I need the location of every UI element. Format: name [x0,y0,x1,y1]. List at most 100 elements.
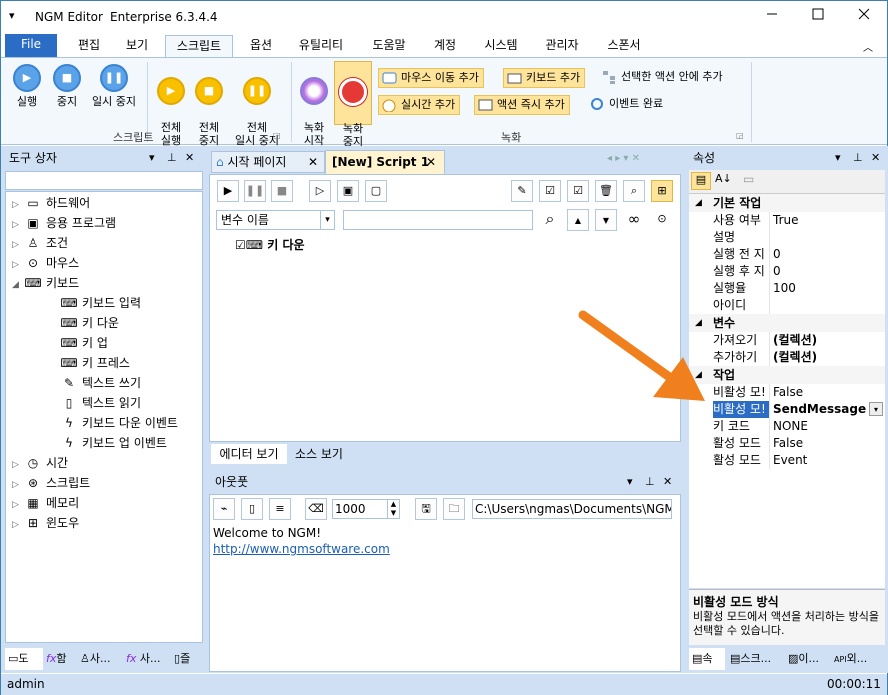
property-value[interactable]: 100 [773,280,796,297]
property-value[interactable]: True [773,212,799,229]
expand-arrow-icon[interactable]: ▷ [12,255,24,275]
expand-arrow-icon[interactable]: ◢ [12,275,24,295]
property-row[interactable]: 설명 [689,229,885,246]
toolbox-item[interactable]: ϟ 키보드 업 이벤트 [48,433,167,453]
add-action-now-button[interactable]: 액션 즉시 추가 [474,95,570,115]
toolbox-item[interactable]: ▯ 텍스트 읽기 [48,393,141,413]
dropdown-icon[interactable]: ▾ [627,471,633,493]
tab-source-view[interactable]: 소스 보기 [289,444,349,464]
property-category[interactable]: ◢ 작업 [689,366,885,384]
sort-alpha-icon[interactable]: A↓ [715,172,732,185]
open-folder-button[interactable]: 🗀 [443,498,465,520]
pin-icon[interactable]: ⊥ [167,147,177,169]
variable-search-input[interactable] [343,210,533,230]
move-down-button[interactable]: ▼ [595,209,617,231]
property-category[interactable]: ◢ 변수 [689,314,885,332]
close-icon[interactable]: ✕ [871,147,880,169]
script-tree-item[interactable]: ☑⌨ 키 다운 [235,237,305,253]
expand-arrow-icon[interactable]: ▷ [12,195,24,215]
tab-toolbox[interactable]: ▭도 [5,648,43,670]
property-value[interactable]: NONE [773,418,808,435]
toolbox-item[interactable]: ▷ ▣ 응용 프로그램 [12,213,116,233]
toolbox-item[interactable]: ▷ ◷ 시간 [12,453,68,473]
check-all-button[interactable]: ☑ [539,180,561,202]
property-row[interactable]: 비활성 모! SendMessage ▾ [689,401,885,418]
property-pages-icon[interactable]: ▭ [743,172,754,186]
toolbox-item[interactable]: ϟ 키보드 다운 이벤트 [48,413,178,433]
pin-icon[interactable]: ⊥ [645,471,655,493]
property-row[interactable]: 활성 모드 Event [689,452,885,469]
property-value[interactable]: 0 [773,246,781,263]
tab-options[interactable]: 옵션 [239,35,283,57]
toolbox-item[interactable]: ✎ 텍스트 쓰기 [48,373,141,393]
tab-admin[interactable]: 관리자 [535,35,589,57]
tab-system[interactable]: 시스템 [475,35,527,57]
loop-button[interactable]: ∞ [623,209,645,231]
save-log-button[interactable]: 🖫 [415,498,437,520]
close-icon[interactable]: ✕ [308,152,318,172]
property-row[interactable]: 실행 전 지 0 [689,246,885,263]
toolbox-item[interactable]: ▷ ▭ 하드웨어 [12,193,90,213]
pause-button[interactable]: ❚❚ 일시 중지 [87,64,141,108]
add-inside-selected-button[interactable]: 선택한 액션 안에 추가 [599,68,727,88]
stepper-arrows-icon[interactable]: ▲ ▼ [387,500,399,518]
add-realtime-button[interactable]: 실시간 추가 [378,95,461,115]
tab-user-actions[interactable]: ♙사... [77,648,121,670]
tab-account[interactable]: 계정 [423,35,467,57]
app-menu-icon[interactable]: ▾ [9,9,15,22]
tab-images[interactable]: ▨이... [785,648,829,670]
tab-nav-icons[interactable]: ◂ ▸ ▾ ✕ [607,153,640,164]
property-row[interactable]: 활성 모드 False [689,435,885,452]
run-selected-button[interactable]: ▣ [337,180,359,202]
max-lines-stepper[interactable]: 1000 ▲ ▼ [332,499,400,519]
tab-sponsor[interactable]: 스폰서 [597,35,651,57]
close-icon[interactable]: ✕ [185,147,194,169]
property-row[interactable]: 사용 여부 True [689,212,885,229]
checkbox-icon[interactable]: ☑ [235,238,246,252]
tab-script-explorer[interactable]: ▤스크... [727,648,783,670]
property-row[interactable]: 실행율 100 [689,280,885,297]
tab-script[interactable]: 스크립트 [165,35,233,57]
property-row[interactable]: 아이디 [689,297,885,314]
tab-utility[interactable]: 유틸리티 [291,35,351,57]
output-link[interactable]: http://www.ngmsoftware.com [213,541,390,557]
tab-editor-view[interactable]: 에디터 보기 [211,444,287,464]
toolbox-search-input[interactable] [5,171,203,190]
toolbox-item[interactable]: ⌨ 키 프레스 [48,353,130,373]
tab-user-functions[interactable]: fx 사... [123,648,169,670]
dropdown-icon[interactable]: ▾ [149,147,155,169]
close-button[interactable] [841,1,887,33]
close-icon[interactable]: ✕ [426,151,436,173]
more-button[interactable]: ⊙ [651,209,673,231]
dialog-launcher-icon[interactable]: ◲ [736,131,744,140]
tab-external[interactable]: API외... [831,648,883,670]
toolbox-item[interactable]: ⌨ 키 업 [48,333,108,353]
property-row[interactable]: 비활성 모! False [689,384,885,401]
expand-arrow-icon[interactable]: ▷ [12,235,24,255]
property-row[interactable]: 키 코드 NONE [689,418,885,435]
ribbon-collapse-icon[interactable]: ︿ [863,39,873,54]
variable-select[interactable]: 변수 이름 ▾ [216,210,335,230]
dialog-launcher-icon[interactable]: ◲ [273,131,281,140]
expand-arrow-icon[interactable]: ▷ [12,515,24,535]
maximize-button[interactable] [795,1,841,33]
run-script-button[interactable]: ▶ [217,180,239,202]
property-row[interactable]: 실행 후 지 0 [689,263,885,280]
run-button[interactable]: ▶ 실행 [7,64,47,108]
pin-icon[interactable]: ⊥ [853,147,863,169]
tree-view-button[interactable]: ⊞ [651,180,673,202]
close-icon[interactable]: ✕ [663,471,672,493]
event-complete-button[interactable]: 이벤트 완료 [587,95,667,115]
categorized-icon[interactable]: ▤ [691,172,711,190]
tab-edit[interactable]: 편집 [67,35,111,57]
expand-arrow-icon[interactable]: ▷ [12,495,24,515]
tab-start-page[interactable]: ⌂ 시작 페이지 ✕ [211,151,325,173]
stop-button[interactable]: ■ 중지 [47,64,87,108]
toolbox-item[interactable]: ▷ ⊙ 마우스 [12,253,79,273]
toolbox-item[interactable]: ◢ ⌨ 키보드 [12,273,79,293]
check-button[interactable]: ☑ [567,180,589,202]
expand-arrow-icon[interactable]: ▷ [12,475,24,495]
record-stop-button[interactable]: 녹화 중지 [334,61,372,148]
delete-button[interactable]: 🗑 [595,180,617,202]
minimize-button[interactable] [749,1,795,33]
